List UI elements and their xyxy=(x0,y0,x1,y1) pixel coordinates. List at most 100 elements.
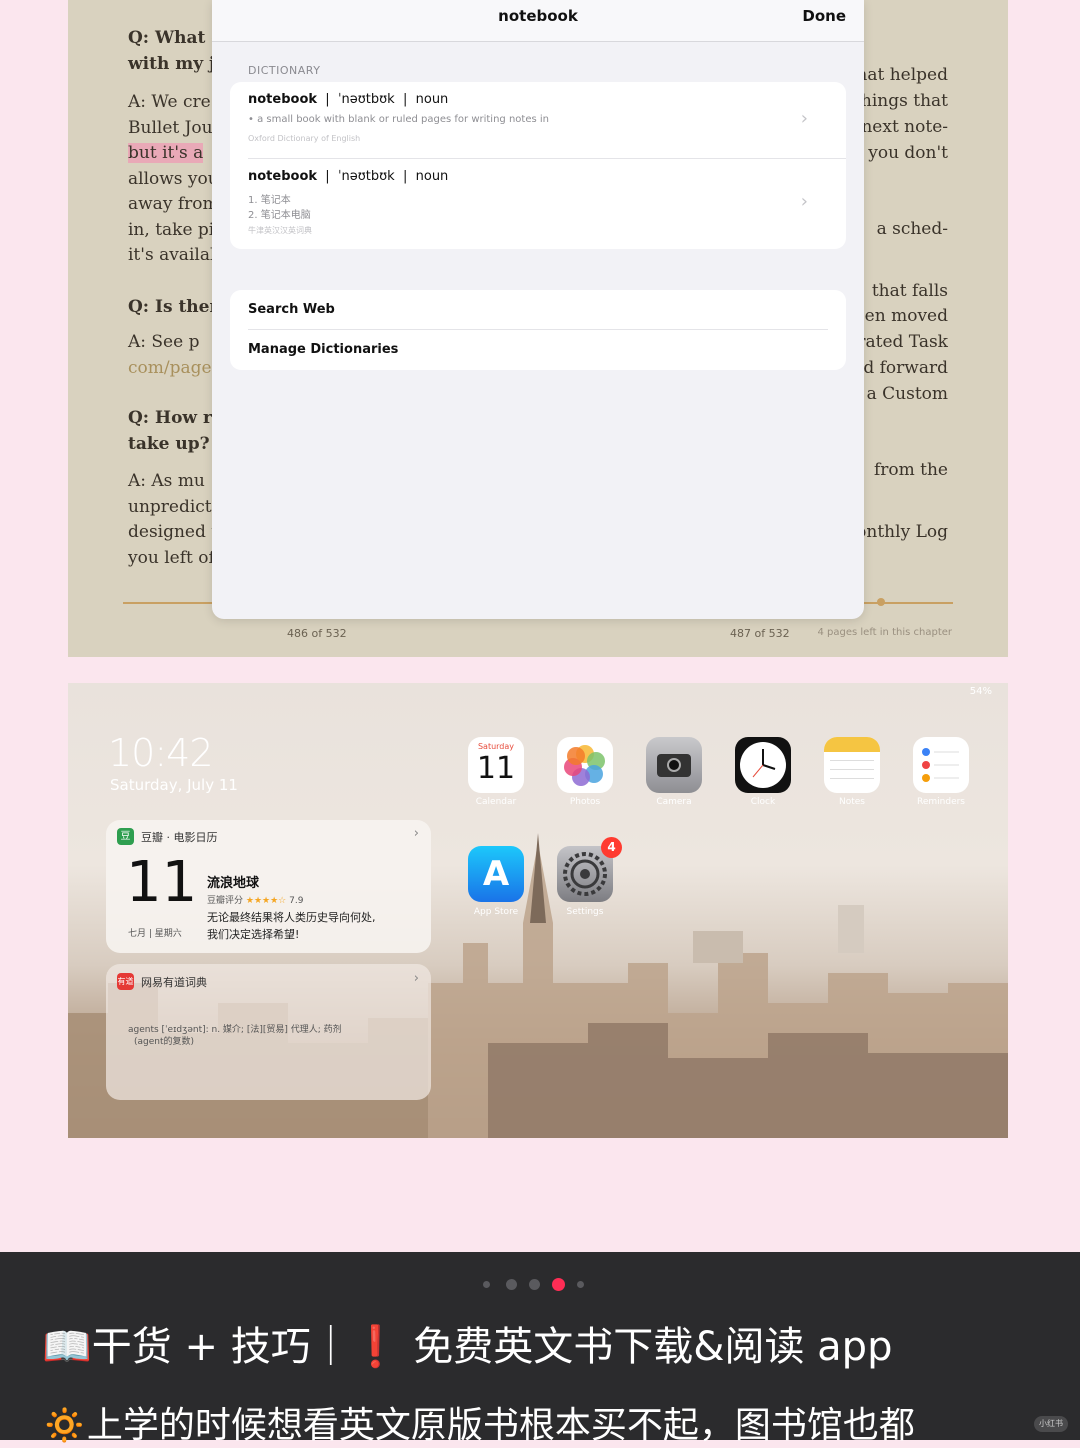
book-text-line: A: See p xyxy=(128,332,200,352)
carousel-dot[interactable] xyxy=(552,1277,565,1291)
book-text-line: A: We cre xyxy=(128,92,211,112)
book-text-line: you left off xyxy=(128,548,221,568)
book-text-line: a Custom xyxy=(866,384,948,404)
app-label-notes: Notes xyxy=(839,797,865,807)
dictionary-entry-oxford[interactable]: notebook | ˈnəʊtbʊk | noun • a small boo… xyxy=(230,82,846,158)
reminders-app-icon[interactable] xyxy=(913,737,969,793)
entry-definition-2: 2. 笔记本电脑 xyxy=(248,210,311,221)
chapter-pages-left: 4 pages left in this chapter xyxy=(817,627,953,638)
book-text-line: onthly Log xyxy=(856,522,948,542)
entry-headline: notebook | ˈnəʊtbʊk | noun xyxy=(248,92,449,107)
entry-source: 牛津英汉汉英词典 xyxy=(248,226,312,235)
entry-source: Oxford Dictionary of English xyxy=(248,134,361,143)
app-label-app-store: App Store xyxy=(473,907,519,917)
book-text-line: een moved xyxy=(854,306,948,326)
book-text-line: hings that xyxy=(860,91,948,111)
camera-app-icon[interactable] xyxy=(646,737,702,793)
app-label-calendar: Calendar xyxy=(475,797,517,807)
douban-logo-icon: 豆 xyxy=(117,828,134,845)
book-text-line: t you don't xyxy=(856,143,948,163)
book-text-line: A: As mu xyxy=(128,471,205,491)
app-label-settings: Settings xyxy=(566,907,604,917)
done-button[interactable]: Done xyxy=(802,7,846,25)
photos-flower-icon xyxy=(564,745,605,786)
book-text-line: but it's a xyxy=(128,143,204,163)
divider xyxy=(248,329,828,330)
douban-movie-widget[interactable]: 豆 豆瓣 · 电影日历 › 11 七月 | 星期六 流浪地球 豆瓣评分 ★★★★… xyxy=(106,820,431,953)
chevron-right-icon: › xyxy=(413,826,419,841)
book-text-line: designed t xyxy=(128,522,219,542)
dictionary-title: notebook xyxy=(498,7,578,25)
camera-lens-icon xyxy=(667,758,681,772)
reminders-list-icon xyxy=(922,748,959,782)
book-text-line: allows you xyxy=(128,169,219,189)
search-web-button[interactable]: Search Web xyxy=(248,302,335,317)
douban-widget-title: 豆瓣 · 电影日历 xyxy=(141,831,218,844)
chevron-right-icon: › xyxy=(800,191,808,212)
book-text-line: ed forward xyxy=(853,358,948,378)
douban-month-weekday: 七月 | 星期六 xyxy=(128,929,182,939)
dictionary-actions-card: Search Web Manage Dictionaries xyxy=(230,290,846,370)
lock-time: 10:42 xyxy=(108,731,214,775)
book-text-line: from the xyxy=(873,460,948,480)
chevron-right-icon: › xyxy=(413,971,419,986)
dictionary-entry-oxford-chinese[interactable]: notebook | ˈnəʊtbʊk | noun 1. 笔记本 2. 笔记本… xyxy=(230,159,846,249)
app-label-photos: Photos xyxy=(569,797,601,807)
notes-header-icon xyxy=(824,737,880,752)
book-text-line: Q: What c xyxy=(128,28,222,48)
entry-headline: notebook | ˈnəʊtbʊk | noun xyxy=(248,169,449,184)
caption-body: 🔅上学的时候想看英文原版书根本买不起，图书馆也都 xyxy=(42,1405,915,1446)
calendar-day-name: Saturday xyxy=(477,742,515,751)
book-text-line: it's availab xyxy=(128,245,221,265)
watermark-logo: 小红书 xyxy=(1034,1416,1068,1432)
douban-movie-title: 流浪地球 xyxy=(207,876,260,891)
photos-app-icon[interactable] xyxy=(557,737,613,793)
battery-status: 54% xyxy=(969,686,992,697)
app-store-a-icon: A xyxy=(482,854,510,894)
app-label-camera: Camera xyxy=(656,797,692,807)
app-store-app-icon[interactable]: A xyxy=(468,846,524,902)
reading-progress-handle[interactable] xyxy=(877,598,885,606)
lock-date: Saturday, July 11 xyxy=(110,776,238,794)
douban-quote-line-2: 我们决定选择希望! xyxy=(207,928,300,941)
book-text-line: a sched- xyxy=(876,219,948,239)
carousel-dot[interactable] xyxy=(483,1280,490,1288)
book-text-line: away from xyxy=(128,194,219,214)
dictionary-popover: notebook Done DICTIONARY notebook | ˈnəʊ… xyxy=(212,0,864,619)
clock-app-icon[interactable] xyxy=(735,737,791,793)
left-page-number: 486 of 532 xyxy=(287,627,347,640)
entry-definition-1: 1. 笔记本 xyxy=(248,195,291,206)
ipad-home-screenshot: 54% 10:42 Saturday, July 11 Saturday 11 … xyxy=(68,683,1008,1138)
calendar-day-number: 11 xyxy=(476,751,516,786)
clock-face-icon xyxy=(740,742,786,788)
youdao-widget-title: 网易有道词典 xyxy=(141,976,207,989)
book-text-line: in, take pi xyxy=(128,220,215,240)
dictionary-section-label: DICTIONARY xyxy=(248,64,321,77)
book-reader-screenshot: Q: What c with my jo A: We cre Bullet Jour b… xyxy=(68,0,1008,657)
youdao-word-plural: (agent的复数) xyxy=(134,1037,195,1047)
book-text-line: hat helped xyxy=(856,65,948,85)
carousel-dot[interactable] xyxy=(577,1280,584,1288)
dictionary-entries-card: notebook | ˈnəʊtbʊk | noun • a small boo… xyxy=(230,82,846,249)
carousel-dot[interactable] xyxy=(529,1278,540,1290)
douban-rating: 豆瓣评分 ★★★★☆ 7.9 xyxy=(207,896,304,906)
carousel-dot[interactable] xyxy=(506,1278,517,1290)
dictionary-header: notebook Done xyxy=(212,0,864,42)
notes-app-icon[interactable] xyxy=(824,737,880,793)
book-text-line: Bullet Jour xyxy=(128,118,221,138)
entry-definition: • a small book with blank or ruled pages… xyxy=(248,114,549,125)
calendar-app-icon[interactable]: Saturday 11 xyxy=(468,737,524,793)
youdao-dictionary-widget[interactable]: 有道 网易有道词典 › agents [ˈeɪdʒənt]: n. 媒介; [法… xyxy=(106,964,431,1100)
settings-notification-badge: 4 xyxy=(601,837,622,858)
book-text-line: com/pages xyxy=(128,358,221,378)
app-label-reminders: Reminders xyxy=(917,797,965,807)
manage-dictionaries-button[interactable]: Manage Dictionaries xyxy=(248,342,398,357)
chevron-right-icon: › xyxy=(800,108,808,129)
post-caption: 📖干货 + 技巧｜❗️ 免费英文书下载&阅读 app 🔅上学的时候想看英文原版书… xyxy=(0,1252,1080,1446)
caption-title: 📖干货 + 技巧｜❗️ 免费英文书下载&阅读 app xyxy=(42,1324,893,1370)
book-text-line: take up? xyxy=(128,434,210,454)
book-text-line: next note- xyxy=(861,117,948,137)
app-label-clock: Clock xyxy=(750,797,776,807)
youdao-logo-icon: 有道 xyxy=(117,973,134,990)
book-text-line: that falls xyxy=(871,281,948,301)
